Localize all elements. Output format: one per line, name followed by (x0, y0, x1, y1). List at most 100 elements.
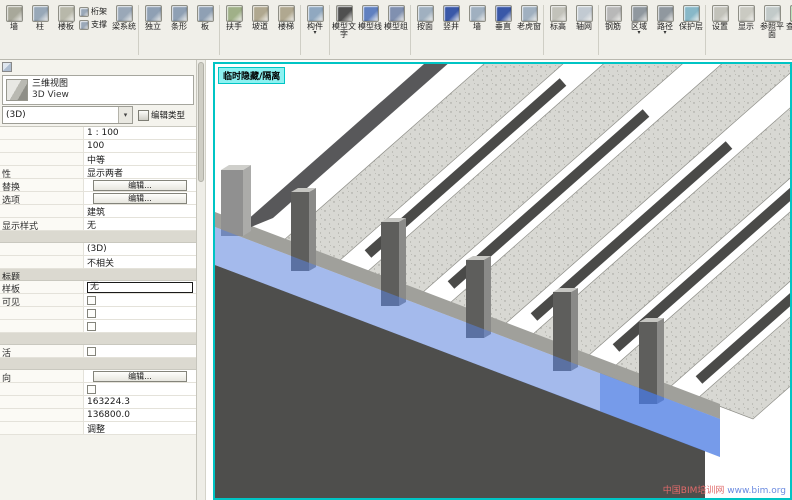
type-selector-text: 三维视图 3D View (32, 79, 69, 102)
properties-scrollbar[interactable] (197, 60, 206, 500)
ribbon-button-slab-foundation[interactable]: 板 (192, 2, 218, 58)
ribbon-button-floor[interactable]: 楼板 (53, 2, 79, 58)
ribbon-button-model-text[interactable]: 模型文字 (331, 2, 357, 58)
property-value[interactable]: 显示两者 (84, 166, 196, 178)
property-value[interactable]: 1 : 100 (84, 127, 196, 139)
column-front-face[interactable] (221, 170, 243, 236)
property-section-row (0, 231, 196, 243)
ribbon-button-label: 模型线 (357, 23, 383, 31)
property-value[interactable]: 调整 (84, 422, 196, 434)
watermark-text: 中国BIM培训网 (663, 486, 725, 496)
property-label: 显示样式 (0, 218, 84, 230)
ribbon-group-divider (300, 5, 301, 55)
ribbon-button-rebar-area[interactable]: 区域▾ (626, 2, 652, 58)
ribbon-button-label: 模型组 (383, 23, 409, 31)
ribbon-button-label: 竖井 (438, 23, 464, 31)
view-selector-dropdown[interactable]: (3D) ▾ (2, 106, 133, 124)
property-label: 性 (0, 166, 84, 178)
edit-button[interactable]: 编辑... (93, 371, 187, 382)
type-selector[interactable]: 三维视图 3D View (2, 75, 194, 105)
floor-icon (58, 5, 75, 22)
edit-type-button[interactable]: 编辑类型 (136, 106, 194, 124)
checkbox[interactable] (87, 296, 96, 305)
ribbon-button-viewer[interactable]: 查看器 (785, 2, 792, 58)
property-value[interactable]: 136800.0 (84, 409, 196, 421)
ribbon-button-beam-system[interactable]: 梁系统 (111, 2, 137, 58)
ribbon-button-level[interactable]: 标高 (545, 2, 571, 58)
edit-button[interactable]: 编辑... (93, 180, 187, 191)
ribbon-button-workplane-show[interactable]: 显示 (733, 2, 759, 58)
scrollbar-thumb[interactable] (198, 62, 204, 182)
ribbon-button-truss[interactable]: 桁架 (79, 6, 111, 17)
ribbon-button-wall-opening[interactable]: 墙 (464, 2, 490, 58)
ribbon-button-label: 楼梯 (273, 23, 299, 31)
model-group-icon (388, 5, 405, 22)
property-row: 向编辑... (0, 370, 196, 383)
ribbon-button-railing[interactable]: 扶手 (221, 2, 247, 58)
ribbon-button-wall[interactable]: 墙 (1, 2, 27, 58)
section-label (0, 333, 84, 344)
property-row: 活 (0, 345, 196, 358)
property-row (0, 383, 196, 396)
3d-viewport[interactable]: 临时隐藏/隔离 中国BIM培训网 www.bim.org (213, 62, 792, 500)
ramp-icon (252, 5, 269, 22)
ribbon-button-component[interactable]: 构件▾ (302, 2, 328, 58)
ribbon-button-rebar-path[interactable]: 路径▾ (652, 2, 678, 58)
ribbon-button-ramp[interactable]: 坡道 (247, 2, 273, 58)
edit-type-label: 编辑类型 (151, 109, 185, 121)
view-selector-row: (3D) ▾ 编辑类型 (2, 106, 194, 124)
property-label: 替换 (0, 179, 84, 191)
property-grid: 1 : 100100中等性显示两者替换编辑...选项编辑...建筑显示样式无(3… (0, 126, 196, 435)
ribbon-button-label: 支撑 (91, 19, 111, 30)
ribbon-button-label: 独立 (140, 23, 166, 31)
view-template-value[interactable]: 无 (87, 282, 193, 293)
column-icon (32, 5, 49, 22)
property-value[interactable]: 不相关 (84, 256, 196, 268)
checkbox[interactable] (87, 385, 96, 394)
property-value[interactable]: 无 (84, 218, 196, 230)
rebar-icon (605, 5, 622, 22)
ribbon-button-label: 显示 (733, 23, 759, 31)
property-value[interactable]: 建筑 (84, 205, 196, 217)
property-label (0, 422, 84, 434)
revit-window: 墙柱楼板桁架支撑梁系统独立条形板扶手坡道楼梯构件▾模型文字模型线模型组按面竖井墙… (0, 0, 792, 500)
ribbon-button-shaft[interactable]: 竖井 (438, 2, 464, 58)
property-value[interactable]: 中等 (84, 153, 196, 165)
chevron-down-icon: ▾ (637, 31, 640, 35)
edit-type-icon (138, 110, 149, 121)
property-section-row: 标题 (0, 269, 196, 281)
vertical-opening-icon (495, 5, 512, 22)
property-value[interactable]: (3D) (84, 243, 196, 255)
temporary-isolate-label: 临时隐藏/隔离 (218, 67, 285, 84)
ribbon-button-label: 保护层 (678, 23, 704, 31)
property-value[interactable]: 163224.3 (84, 396, 196, 408)
ribbon-button-column[interactable]: 柱 (27, 2, 53, 58)
ribbon-button-opening-by-face[interactable]: 按面 (412, 2, 438, 58)
view-type-subname: 3D View (32, 90, 69, 101)
checkbox[interactable] (87, 347, 96, 356)
ribbon-button-ref-plane[interactable]: 参照平面 (759, 2, 785, 58)
ribbon-button-brace[interactable]: 支撑 (79, 19, 111, 30)
ribbon-button-stair[interactable]: 楼梯 (273, 2, 299, 58)
column-side-face[interactable] (243, 165, 251, 236)
ribbon-button-cover[interactable]: 保护层 (678, 2, 704, 58)
ribbon-button-strip-foundation[interactable]: 条形 (166, 2, 192, 58)
ribbon-group-divider (543, 5, 544, 55)
property-value[interactable]: 100 (84, 140, 196, 152)
edit-button[interactable]: 编辑... (93, 193, 187, 204)
shaft-icon (443, 5, 460, 22)
property-row: 替换编辑... (0, 179, 196, 192)
ribbon-button-workplane-set[interactable]: 设置 (707, 2, 733, 58)
watermark-url: www.bim.org (727, 486, 786, 496)
property-row: 建筑 (0, 205, 196, 218)
ribbon-button-grid[interactable]: 轴网 (571, 2, 597, 58)
checkbox[interactable] (87, 309, 96, 318)
ribbon-button-model-group[interactable]: 模型组 (383, 2, 409, 58)
checkbox[interactable] (87, 322, 96, 331)
ribbon-button-rebar[interactable]: 钢筋 (600, 2, 626, 58)
ribbon-button-model-line[interactable]: 模型线 (357, 2, 383, 58)
ribbon-button-isolated-foundation[interactable]: 独立 (140, 2, 166, 58)
workplane-show-icon (738, 5, 755, 22)
ribbon-button-dormer[interactable]: 老虎窗 (516, 2, 542, 58)
ribbon-button-vertical-opening[interactable]: 垂直 (490, 2, 516, 58)
